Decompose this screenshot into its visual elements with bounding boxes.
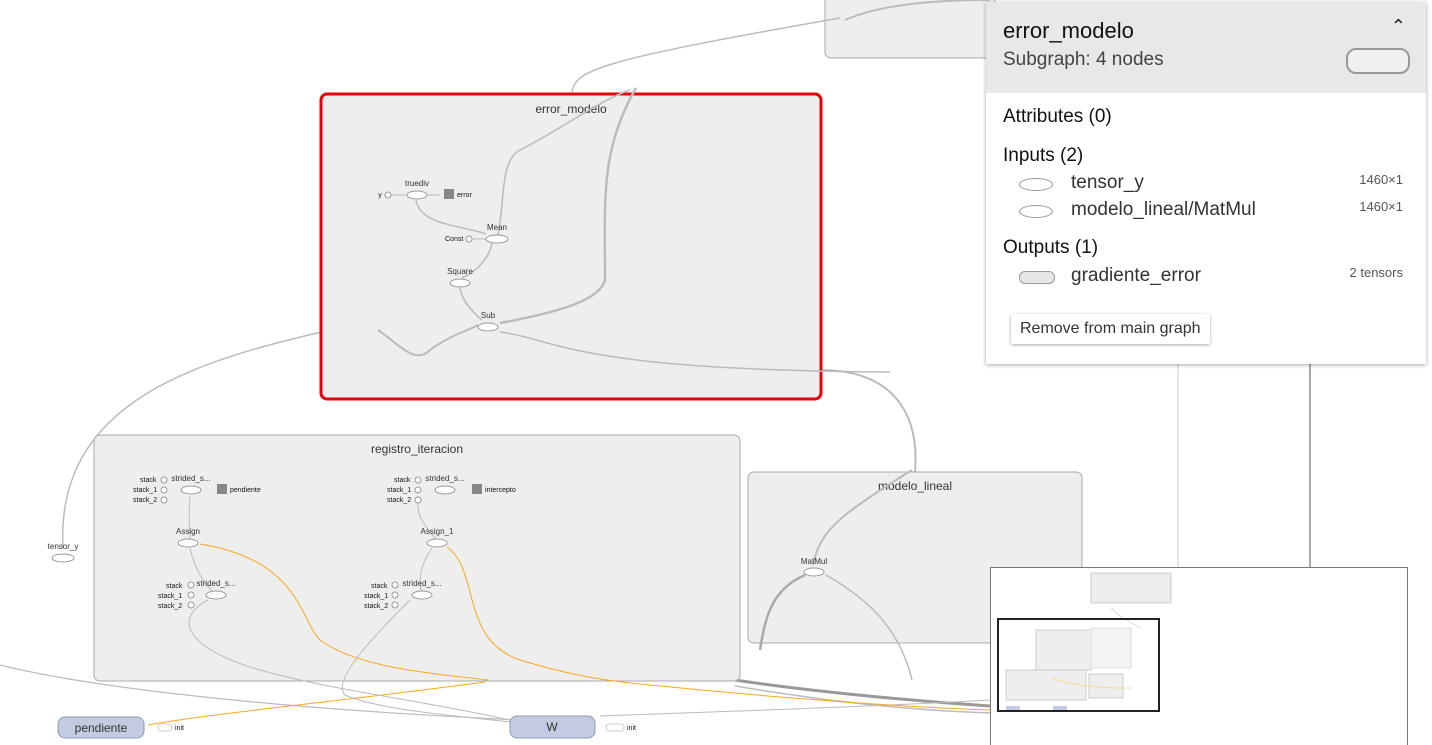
- meta-node-icon: [1019, 271, 1055, 284]
- node-stack-1-c[interactable]: [414, 486, 422, 494]
- init-pendiente-label: init: [175, 725, 184, 732]
- node-error-label: error: [457, 192, 472, 199]
- node-stack-1-b[interactable]: [187, 591, 195, 599]
- output-name: gradiente_error: [1071, 265, 1201, 286]
- top-group[interactable]: [824, 0, 996, 59]
- node-stack-label-c: stack: [394, 477, 411, 484]
- node-stack-2-d[interactable]: [391, 601, 399, 609]
- node-matmul-label: MatMul: [801, 557, 827, 566]
- output-item[interactable]: gradiente_error 2 tensors: [1019, 265, 1403, 287]
- node-strided-slice-b[interactable]: [205, 590, 227, 600]
- node-stack-c[interactable]: [414, 476, 422, 484]
- node-const-label: Const: [445, 236, 463, 243]
- node-strided-label-b: strided_s...: [196, 579, 235, 588]
- node-stack[interactable]: [160, 476, 168, 484]
- node-stack-1-label-d: stack_1: [364, 593, 388, 600]
- node-strided-label-c: strided_s...: [425, 474, 464, 483]
- node-truediv[interactable]: [406, 190, 428, 200]
- node-strided-slice-c[interactable]: [434, 485, 456, 495]
- node-assign-1[interactable]: [426, 538, 448, 548]
- node-stack-2[interactable]: [160, 496, 168, 504]
- node-tensor-y[interactable]: [51, 553, 75, 563]
- op-node-icon: [1019, 205, 1053, 218]
- node-strided-label-d: strided_s...: [402, 579, 441, 588]
- input-size: 1460×1: [1359, 199, 1403, 214]
- output-size: 2 tensors: [1349, 265, 1403, 280]
- node-assign[interactable]: [177, 538, 199, 548]
- inputs-header[interactable]: Inputs (2): [1003, 145, 1083, 167]
- init-pendiente-mini[interactable]: [157, 723, 173, 732]
- node-mean[interactable]: [485, 234, 509, 244]
- input-name: tensor_y: [1071, 172, 1144, 193]
- node-stack-b[interactable]: [187, 581, 195, 589]
- node-stack-1-label-c: stack_1: [387, 487, 411, 494]
- info-card-header: error_modelo Subgraph: 4 nodes ⌃: [986, 2, 1426, 93]
- group-registro-iteracion[interactable]: [93, 434, 741, 682]
- minimap-viewport[interactable]: [997, 618, 1160, 712]
- node-stack-2-label-d: stack_2: [364, 603, 388, 610]
- input-name: modelo_lineal/MatMul: [1071, 199, 1256, 220]
- group-error-modelo-label: error_modelo: [535, 102, 607, 116]
- summary-error-icon[interactable]: [444, 189, 454, 199]
- group-error-modelo[interactable]: [319, 92, 823, 401]
- init-W-label: init: [627, 725, 636, 732]
- node-stack-label: stack: [140, 477, 157, 484]
- node-square-label: Square: [447, 267, 473, 276]
- node-stack-d[interactable]: [391, 581, 399, 589]
- node-y-label: y: [378, 192, 382, 199]
- node-stack-2-label-c: stack_2: [387, 497, 411, 504]
- group-modelo-lineal-label: modelo_lineal: [878, 479, 952, 493]
- input-item[interactable]: tensor_y 1460×1: [1019, 172, 1403, 194]
- node-stack-2-label: stack_2: [133, 497, 157, 504]
- node-stack-1-d[interactable]: [391, 591, 399, 599]
- node-stack-1-label: stack_1: [133, 487, 157, 494]
- chevron-up-icon[interactable]: ⌃: [1391, 16, 1406, 37]
- node-pendiente-summary-label: pendiente: [230, 487, 261, 494]
- node-assign-label: Assign: [176, 527, 200, 536]
- info-card-title: error_modelo: [1003, 18, 1134, 43]
- node-assign-1-label: Assign_1: [421, 527, 454, 536]
- input-item[interactable]: modelo_lineal/MatMul 1460×1: [1019, 199, 1403, 221]
- info-card: error_modelo Subgraph: 4 nodes ⌃ Attribu…: [986, 2, 1426, 364]
- node-mean-label: Mean: [487, 223, 507, 232]
- node-stack-1[interactable]: [160, 486, 168, 494]
- remove-from-main-graph-button[interactable]: Remove from main graph: [1011, 314, 1210, 344]
- variable-pendiente-label: pendiente: [75, 721, 128, 735]
- input-size: 1460×1: [1359, 172, 1403, 187]
- node-intercepto-summary-label: intercepto: [485, 487, 516, 494]
- group-registro-iteracion-label: registro_iteracion: [371, 442, 463, 456]
- node-tensor-y-label: tensor_y: [48, 542, 79, 551]
- node-square[interactable]: [449, 278, 471, 288]
- minimap[interactable]: [990, 567, 1408, 745]
- node-strided-slice[interactable]: [180, 485, 202, 495]
- node-strided-label: strided_s...: [171, 474, 210, 483]
- node-const[interactable]: [465, 235, 473, 243]
- info-card-subtitle: Subgraph: 4 nodes: [1003, 49, 1164, 70]
- node-stack-2-b[interactable]: [187, 601, 195, 609]
- variable-W-label: W: [546, 720, 558, 734]
- node-stack-2-label-b: stack_2: [158, 603, 182, 610]
- node-stack-2-c[interactable]: [414, 496, 422, 504]
- summary-pendiente-icon[interactable]: [217, 484, 227, 494]
- node-stack-label-b: stack: [166, 583, 183, 590]
- node-sub-label: Sub: [481, 311, 496, 320]
- node-matmul[interactable]: [803, 567, 825, 577]
- summary-intercepto-icon[interactable]: [472, 484, 482, 494]
- outputs-header[interactable]: Outputs (1): [1003, 237, 1098, 259]
- node-stack-label-d: stack: [371, 583, 388, 590]
- op-node-icon: [1019, 178, 1053, 191]
- init-W-mini[interactable]: [605, 723, 625, 732]
- node-stack-1-label-b: stack_1: [158, 593, 182, 600]
- node-shape-icon: [1346, 48, 1410, 74]
- node-sub[interactable]: [477, 322, 499, 332]
- node-y[interactable]: [384, 191, 392, 199]
- node-strided-slice-d[interactable]: [411, 590, 433, 600]
- node-truediv-label: truediv: [405, 179, 429, 188]
- attributes-header[interactable]: Attributes (0): [1003, 106, 1112, 128]
